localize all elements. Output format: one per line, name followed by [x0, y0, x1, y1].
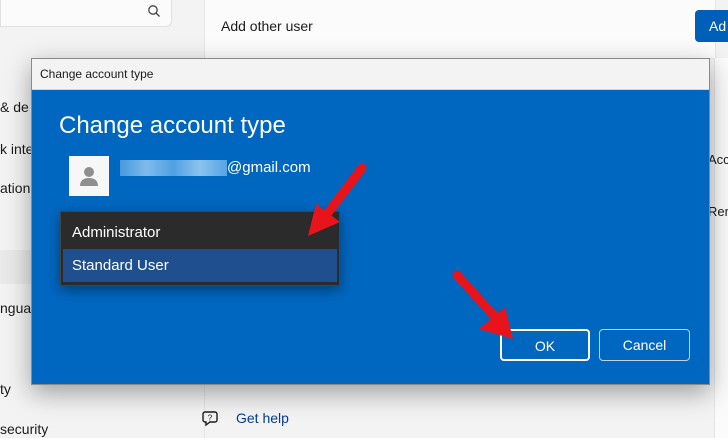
- add-user-card: Add other user Ad: [204, 0, 728, 59]
- account-type-dropdown[interactable]: Administrator Standard User: [60, 211, 340, 286]
- add-account-button[interactable]: Ad: [695, 10, 728, 42]
- sidebar-item-accessibility[interactable]: ty: [0, 381, 11, 397]
- account-options-fragment: Acc: [708, 152, 728, 167]
- redacted-email-username: [120, 160, 227, 176]
- option-standard-user[interactable]: Standard User: [63, 249, 337, 282]
- help-icon: ?: [202, 411, 218, 427]
- option-administrator[interactable]: Administrator: [63, 216, 337, 249]
- annotation-arrow-icon: [452, 270, 513, 339]
- user-icon: [80, 167, 98, 186]
- dialog-titlebar[interactable]: Change account type: [32, 59, 709, 90]
- sidebar-item-security[interactable]: security: [0, 421, 48, 437]
- email-domain: @gmail.com: [227, 159, 311, 176]
- dialog-heading: Change account type: [59, 112, 286, 139]
- dialog-title: Change account type: [40, 67, 154, 81]
- right-card-edge: [714, 58, 728, 438]
- search-icon: [148, 5, 160, 17]
- remove-fragment: Rer: [708, 204, 728, 219]
- settings-search-box[interactable]: [0, 0, 172, 27]
- annotation-arrow-icon: [308, 163, 367, 236]
- add-other-user-label: Add other user: [221, 18, 313, 34]
- svg-text:?: ?: [208, 414, 213, 423]
- sidebar-item-network[interactable]: k inte: [0, 141, 33, 157]
- sidebar-item-devices[interactable]: & de: [0, 99, 29, 115]
- get-help-link[interactable]: Get help: [236, 410, 289, 426]
- cancel-button[interactable]: Cancel: [599, 329, 690, 361]
- avatar: [69, 156, 109, 196]
- sidebar-item-personalization[interactable]: ation: [0, 180, 30, 196]
